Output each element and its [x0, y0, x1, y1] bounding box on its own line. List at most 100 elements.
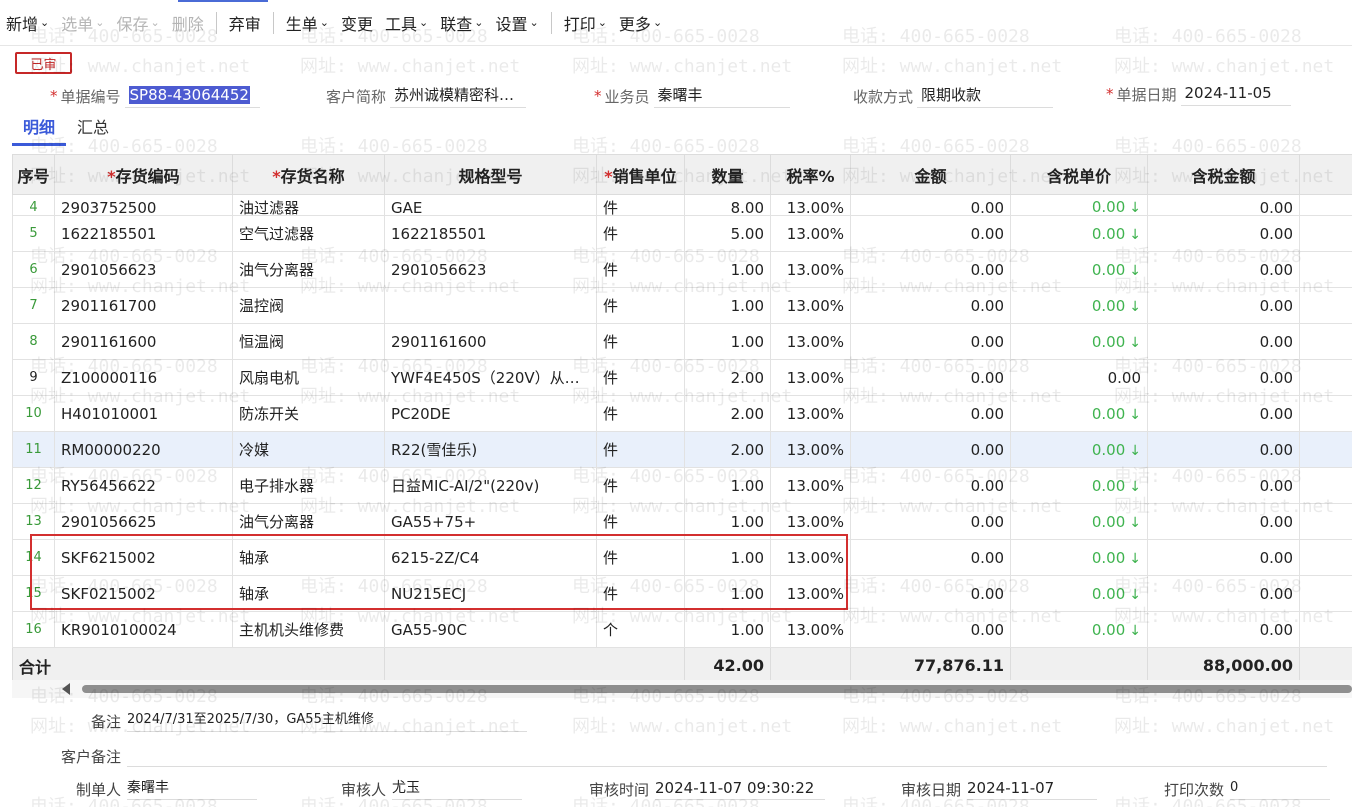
row-seq[interactable]: 14	[12, 539, 55, 576]
item-name-cell[interactable]: 电子排水器	[232, 467, 385, 504]
tax-price-cell[interactable]: 0.00 ↓	[1010, 215, 1148, 252]
tax-total-cell[interactable]: 0.00	[1147, 611, 1300, 648]
tax-rate-cell[interactable]: 13.00%	[770, 251, 851, 288]
spec-cell[interactable]: 日益MIC-AI/2"(220v)	[384, 467, 597, 504]
row-seq[interactable]: 5	[12, 215, 55, 252]
table-row[interactable]: 13 2901056625 油气分离器 GA55+75+ 件 1.00 13.00% 0.00…	[12, 503, 1352, 540]
column-header[interactable]: *销售单位	[596, 154, 685, 195]
unit-cell[interactable]: 件	[596, 251, 685, 288]
unit-cell[interactable]: 件	[596, 539, 685, 576]
item-code-cell[interactable]: 2901161700	[54, 287, 233, 324]
item-name-cell[interactable]: 油过滤器	[232, 194, 385, 216]
item-name-cell[interactable]: 油气分离器	[232, 503, 385, 540]
item-code-cell[interactable]: SKF0215002	[54, 575, 233, 612]
table-row[interactable]: 5 1622185501 空气过滤器 1622185501 件 5.00 13.00% 0.0…	[12, 215, 1352, 252]
tax-total-cell[interactable]: 0.00	[1147, 251, 1300, 288]
table-row[interactable]: 10 H401010001 防冻开关 PC20DE 件 2.00 13.00% 0.00 0.0…	[12, 395, 1352, 432]
amount-cell[interactable]: 0.00	[850, 431, 1011, 468]
spec-cell[interactable]: 2901056623	[384, 251, 597, 288]
item-code-cell[interactable]: RM00000220	[54, 431, 233, 468]
toolbar-button[interactable]: 生单 ⌄	[280, 0, 335, 46]
column-header[interactable]: 含税单价	[1010, 154, 1148, 195]
unit-cell[interactable]: 件	[596, 359, 685, 396]
table-row[interactable]: 9 Z100000116 风扇电机 YWF4E450S（220V）从… 件 2.00 13.…	[12, 359, 1352, 396]
remark-input[interactable]: 2024/7/31至2025/7/30，GA55主机维修	[127, 710, 528, 732]
toolbar-button[interactable]: 保存 ⌄	[110, 0, 165, 46]
tab-summary[interactable]: 汇总	[66, 116, 120, 146]
unit-cell[interactable]: 个	[596, 611, 685, 648]
qty-cell[interactable]: 1.00	[684, 575, 771, 612]
row-seq[interactable]: 15	[12, 575, 55, 612]
column-header[interactable]: 金额	[850, 154, 1011, 195]
amount-cell[interactable]: 0.00	[850, 215, 1011, 252]
unit-cell[interactable]: 件	[596, 503, 685, 540]
scroll-left-icon[interactable]	[62, 683, 70, 695]
table-row[interactable]: 15 SKF0215002 轴承 NU215ECJ 件 1.00 13.00% 0.00 0.0…	[12, 575, 1352, 612]
toolbar-button[interactable]: 删除	[166, 0, 210, 46]
unit-cell[interactable]: 件	[596, 287, 685, 324]
toolbar-button[interactable]: 弃审	[223, 0, 267, 46]
spec-cell[interactable]: R22(雪佳乐)	[384, 431, 597, 468]
tax-total-cell[interactable]: 0.00	[1147, 287, 1300, 324]
item-code-cell[interactable]: H401010001	[54, 395, 233, 432]
tax-price-cell[interactable]: 0.00 ↓	[1010, 287, 1148, 324]
tax-rate-cell[interactable]: 13.00%	[770, 395, 851, 432]
unit-cell[interactable]: 件	[596, 575, 685, 612]
tax-rate-cell[interactable]: 13.00%	[770, 287, 851, 324]
qty-cell[interactable]: 1.00	[684, 503, 771, 540]
tax-total-cell[interactable]: 0.00	[1147, 194, 1300, 216]
tax-total-cell[interactable]: 0.00	[1147, 359, 1300, 396]
tax-total-cell[interactable]: 0.00	[1147, 467, 1300, 504]
amount-cell[interactable]: 0.00	[850, 287, 1011, 324]
amount-cell[interactable]: 0.00	[850, 194, 1011, 216]
row-seq[interactable]: 16	[12, 611, 55, 648]
qty-cell[interactable]: 8.00	[684, 194, 771, 216]
date-input[interactable]: 2024-11-05	[1180, 82, 1291, 106]
unit-cell[interactable]: 件	[596, 395, 685, 432]
row-seq[interactable]: 12	[12, 467, 55, 504]
amount-cell[interactable]: 0.00	[850, 611, 1011, 648]
toolbar-button[interactable]: 更多 ⌄	[613, 0, 668, 46]
amount-cell[interactable]: 0.00	[850, 359, 1011, 396]
qty-cell[interactable]: 1.00	[684, 539, 771, 576]
qty-cell[interactable]: 5.00	[684, 215, 771, 252]
spec-cell[interactable]	[384, 287, 597, 324]
qty-cell[interactable]: 2.00	[684, 431, 771, 468]
row-seq[interactable]: 13	[12, 503, 55, 540]
customer-remark-input[interactable]	[127, 745, 1328, 767]
column-header[interactable]: *存货名称	[232, 154, 385, 195]
toolbar-button[interactable]: 联查 ⌄	[434, 0, 489, 46]
row-seq[interactable]: 10	[12, 395, 55, 432]
unit-cell[interactable]: 件	[596, 215, 685, 252]
tax-price-cell[interactable]: 0.00 ↓	[1010, 323, 1148, 360]
salesman-input[interactable]: 秦曙丰	[653, 84, 790, 108]
tax-price-cell[interactable]: 0.00	[1010, 359, 1148, 396]
item-code-cell[interactable]: SKF6215002	[54, 539, 233, 576]
spec-cell[interactable]: PC20DE	[384, 395, 597, 432]
qty-cell[interactable]: 1.00	[684, 251, 771, 288]
amount-cell[interactable]: 0.00	[850, 395, 1011, 432]
row-seq[interactable]: 6	[12, 251, 55, 288]
item-code-cell[interactable]: KR9010100024	[54, 611, 233, 648]
toolbar-button[interactable]: 设置 ⌄	[489, 0, 544, 46]
item-code-cell[interactable]: 2901161600	[54, 323, 233, 360]
tax-rate-cell[interactable]: 13.00%	[770, 539, 851, 576]
column-header[interactable]: *存货编码	[54, 154, 233, 195]
amount-cell[interactable]: 0.00	[850, 251, 1011, 288]
tax-total-cell[interactable]: 0.00	[1147, 215, 1300, 252]
spec-cell[interactable]: GA55+75+	[384, 503, 597, 540]
tax-rate-cell[interactable]: 13.00%	[770, 359, 851, 396]
item-name-cell[interactable]: 主机机头维修费	[232, 611, 385, 648]
spec-cell[interactable]: GA55-90C	[384, 611, 597, 648]
toolbar-button[interactable]: 新增 ⌄	[0, 0, 55, 46]
tax-total-cell[interactable]: 0.00	[1147, 575, 1300, 612]
amount-cell[interactable]: 0.00	[850, 323, 1011, 360]
spec-cell[interactable]: 2901161600	[384, 323, 597, 360]
table-row[interactable]: 11 RM00000220 冷媒 R22(雪佳乐) 件 2.00 13.00% 0.00 0.0…	[12, 431, 1352, 468]
tax-price-cell[interactable]: 0.00 ↓	[1010, 575, 1148, 612]
tax-price-cell[interactable]: 0.00 ↓	[1010, 395, 1148, 432]
tax-price-cell[interactable]: 0.00 ↓	[1010, 539, 1148, 576]
row-seq[interactable]: 11	[12, 431, 55, 468]
tax-price-cell[interactable]: 0.00 ↓	[1010, 251, 1148, 288]
row-seq[interactable]: 9	[12, 359, 55, 396]
